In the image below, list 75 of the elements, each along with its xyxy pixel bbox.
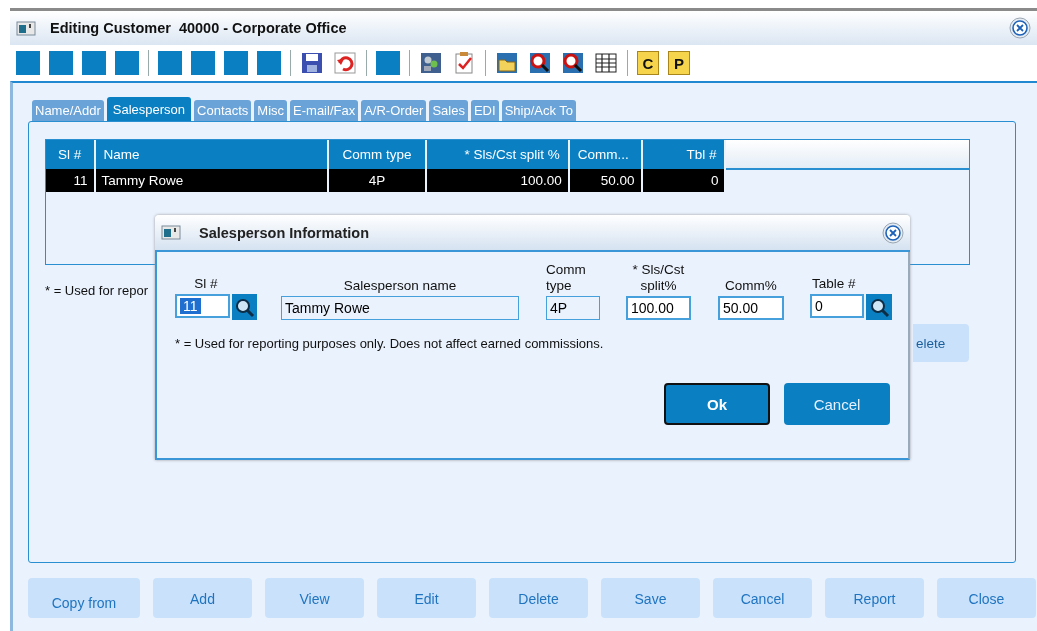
window-title: Editing Customer 40000 - Corporate Office (50, 20, 348, 36)
people-icon (419, 51, 443, 75)
tab[interactable]: EDI (470, 100, 499, 121)
close-button[interactable] (1009, 17, 1031, 39)
lookup-button[interactable] (231, 294, 257, 320)
action-button[interactable]: Save (601, 578, 700, 618)
toolbar-button[interactable] (419, 51, 443, 75)
save-icon (300, 51, 324, 75)
field-label: Sl # (193, 276, 219, 292)
toolbar-button[interactable] (594, 51, 618, 75)
action-button[interactable]: Edit (377, 578, 476, 618)
lookup-button[interactable] (866, 294, 892, 320)
tab[interactable]: Ship/Ack To (501, 100, 577, 121)
field-label: Comm type (546, 262, 587, 294)
tab[interactable]: Misc (254, 100, 288, 121)
tab[interactable]: Contacts (194, 100, 252, 121)
column-header[interactable]: Name (94, 140, 329, 169)
magnifier-icon (561, 51, 585, 75)
close-icon (882, 221, 904, 244)
dialog-title: Salesperson Information (199, 224, 370, 241)
toolbar-button[interactable] (528, 51, 552, 75)
tab[interactable]: A/R-Order (361, 100, 427, 121)
action-button[interactable]: Close (937, 578, 1036, 618)
toolbar-button[interactable]: C (637, 51, 659, 75)
table-row[interactable]: 11 Tammy Rowe 4P 100.00 50.00 0 (46, 169, 969, 192)
input-field[interactable]: 0 (810, 294, 864, 318)
tab[interactable]: E-mail/Fax (290, 100, 359, 121)
action-button[interactable]: Cancel (713, 578, 812, 618)
dialog-button[interactable]: Ok (664, 383, 770, 425)
table-cell: 4P (328, 169, 426, 192)
field-label: Comm% (724, 278, 778, 294)
magnifier-icon (528, 51, 552, 75)
column-header[interactable]: Tbl # (641, 140, 726, 169)
table-cell: 50.00 (568, 169, 642, 192)
dialog-button[interactable]: Cancel (784, 383, 890, 425)
table-icon (594, 51, 618, 75)
input-field[interactable]: Tammy Rowe (281, 296, 519, 320)
toolbar-button[interactable] (300, 51, 324, 75)
input-field[interactable]: 4P (546, 296, 600, 320)
tab[interactable]: Name/Addr (32, 100, 104, 121)
table-cell: 0 (641, 169, 726, 192)
window-icon (161, 224, 181, 241)
partial-button[interactable]: elete (913, 324, 969, 362)
column-header[interactable]: * Sls/Cst split % (425, 140, 569, 169)
action-button[interactable]: Copy from (28, 578, 140, 618)
column-header[interactable]: Sl # (46, 140, 95, 169)
table-cell: Tammy Rowe (94, 169, 329, 192)
undo-icon (333, 51, 357, 75)
search-icon (233, 296, 256, 318)
search-icon (868, 296, 890, 318)
action-button[interactable]: Report (825, 578, 924, 618)
checklist-icon (452, 51, 476, 75)
action-button[interactable]: Delete (489, 578, 588, 618)
tab[interactable]: Sales (429, 100, 468, 121)
toolbar-button[interactable] (561, 51, 585, 75)
close-button[interactable] (882, 221, 904, 244)
input-field[interactable]: 11 (175, 294, 230, 318)
close-icon (1009, 17, 1031, 39)
action-button[interactable]: View (265, 578, 364, 618)
input-field[interactable]: 100.00 (626, 296, 691, 320)
field-label: Salesperson name (342, 278, 458, 294)
tab[interactable]: Salesperson (106, 97, 192, 121)
field-label: Table # (811, 276, 857, 292)
window-icon (16, 19, 36, 37)
folder-icon (495, 51, 519, 75)
toolbar-button[interactable]: P (668, 51, 690, 75)
column-header[interactable]: Comm type (328, 140, 426, 169)
footnote: * = Used for reporting purposes only. Does not affect earned commissions. (175, 336, 604, 351)
input-field[interactable]: 50.00 (718, 296, 784, 320)
column-header[interactable]: Comm... (568, 140, 642, 169)
table-cell: 100.00 (425, 169, 569, 192)
field-label: * Sls/Cst split% (631, 262, 686, 294)
action-button[interactable]: Add (153, 578, 252, 618)
table-cell: 11 (46, 169, 95, 192)
footnote: * = Used for repor (45, 283, 148, 298)
